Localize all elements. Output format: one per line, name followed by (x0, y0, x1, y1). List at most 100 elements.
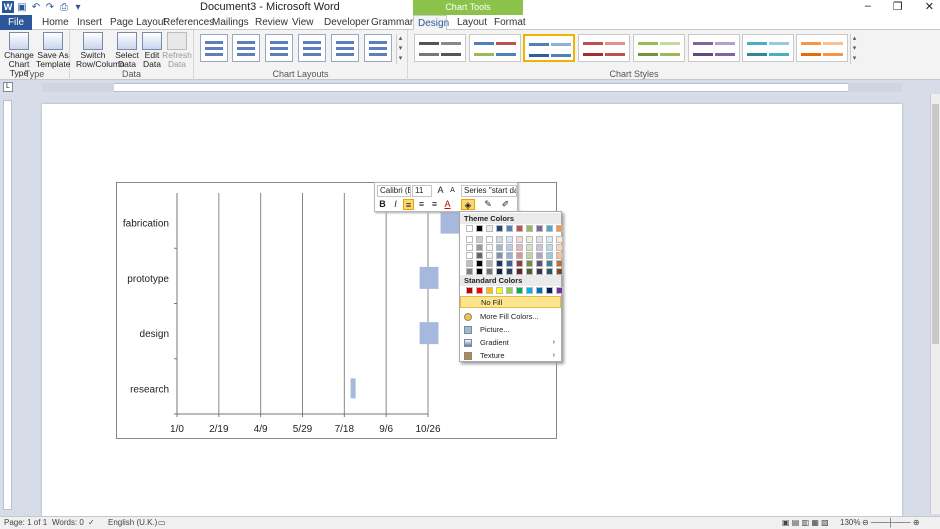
tab-home[interactable]: Home (38, 15, 73, 30)
layout-thumb-6[interactable] (364, 34, 392, 62)
grow-font-icon[interactable]: A (435, 185, 446, 196)
font-color-button[interactable]: A (442, 199, 453, 210)
tab-developer[interactable]: Developer (320, 15, 374, 30)
shrink-font-icon[interactable]: A (447, 185, 458, 196)
align-left-icon[interactable]: ≡ (416, 199, 427, 210)
theme-color-swatch[interactable] (486, 268, 493, 275)
style-thumb-2[interactable] (469, 34, 521, 62)
proofing-icon[interactable]: ✓ (88, 517, 95, 529)
theme-color-swatch[interactable] (536, 268, 543, 275)
horizontal-ruler[interactable] (0, 81, 940, 94)
close-button[interactable]: ✕ (925, 0, 934, 13)
redo-icon[interactable]: ↷ (44, 1, 56, 13)
theme-color-swatch[interactable] (546, 236, 553, 243)
tab-selector-icon[interactable]: L (3, 82, 13, 92)
italic-button[interactable]: I (390, 199, 401, 210)
print-preview-icon[interactable]: ⎙ (58, 1, 70, 13)
standard-color-swatch[interactable] (496, 287, 503, 294)
theme-color-swatch[interactable] (506, 252, 513, 259)
standard-color-swatch[interactable] (506, 287, 513, 294)
theme-color-swatch[interactable] (516, 225, 523, 232)
theme-color-swatch[interactable] (486, 236, 493, 243)
restore-button[interactable]: ❐ (893, 0, 903, 13)
theme-color-swatch[interactable] (526, 268, 533, 275)
layout-thumb-4[interactable] (298, 34, 326, 62)
minimize-button[interactable]: – (865, 0, 871, 13)
theme-color-swatch[interactable] (476, 268, 483, 275)
layouts-gallery-scroll[interactable]: ▴ ▾ ▾ (396, 34, 404, 64)
undo-icon[interactable]: ↶ (30, 1, 42, 13)
theme-color-swatch[interactable] (556, 236, 563, 243)
standard-color-swatch[interactable] (516, 287, 523, 294)
theme-color-swatch[interactable] (496, 268, 503, 275)
theme-color-swatch[interactable] (516, 236, 523, 243)
theme-color-swatch[interactable] (486, 260, 493, 267)
theme-color-swatch[interactable] (476, 236, 483, 243)
customize-toolbar-icon[interactable]: ▾ (72, 1, 84, 13)
theme-color-swatch[interactable] (506, 225, 513, 232)
align-center-icon[interactable]: ≡ (403, 199, 414, 210)
style-thumb-5[interactable] (633, 34, 685, 62)
theme-color-swatch[interactable] (486, 225, 493, 232)
no-fill-item[interactable]: No Fill (460, 296, 561, 308)
vertical-scrollbar[interactable] (930, 94, 940, 514)
layout-thumb-1[interactable] (200, 34, 228, 62)
layout-thumb-3[interactable] (265, 34, 293, 62)
theme-color-swatch[interactable] (466, 268, 473, 275)
theme-color-swatch[interactable] (546, 268, 553, 275)
standard-color-swatch[interactable] (486, 287, 493, 294)
shape-fill-icon[interactable]: ◈ (461, 199, 475, 210)
layout-thumb-5[interactable] (331, 34, 359, 62)
theme-color-swatch[interactable] (516, 260, 523, 267)
theme-color-swatch[interactable] (486, 244, 493, 251)
tab-mailings[interactable]: Mailings (208, 15, 253, 30)
font-name-box[interactable]: Calibri (B (377, 185, 411, 197)
bold-button[interactable]: B (377, 199, 388, 210)
tab-review[interactable]: Review (251, 15, 292, 30)
style-thumb-1[interactable] (414, 34, 466, 62)
more-fill-colors-item[interactable]: More Fill Colors... (460, 311, 561, 323)
theme-color-swatch[interactable] (466, 252, 473, 259)
zoom-level[interactable]: 130% (840, 517, 860, 529)
theme-color-swatch[interactable] (556, 225, 563, 232)
tab-format[interactable]: Format (490, 15, 530, 30)
tab-layout[interactable]: Layout (453, 15, 491, 30)
format-painter-icon[interactable]: ✐ (500, 199, 511, 210)
tab-design[interactable]: Design (413, 15, 449, 30)
gradient-item[interactable]: Gradient › (460, 337, 561, 349)
layout-thumb-2[interactable] (232, 34, 260, 62)
theme-color-swatch[interactable] (466, 244, 473, 251)
chart-element-selector[interactable]: Series "start dat (461, 185, 517, 197)
view-buttons[interactable]: ▣ ▤ ▥ ▦ ▧ (782, 517, 829, 529)
theme-color-swatch[interactable] (506, 260, 513, 267)
theme-color-swatch[interactable] (476, 225, 483, 232)
theme-color-swatch[interactable] (506, 236, 513, 243)
theme-color-swatch[interactable] (516, 268, 523, 275)
word-count[interactable]: Words: 0 (52, 517, 84, 529)
theme-color-swatch[interactable] (486, 252, 493, 259)
standard-color-swatch[interactable] (526, 287, 533, 294)
scroll-thumb[interactable] (932, 104, 939, 344)
theme-color-swatch[interactable] (536, 260, 543, 267)
style-thumb-8[interactable] (796, 34, 848, 62)
theme-color-swatch[interactable] (536, 225, 543, 232)
theme-color-swatch[interactable] (496, 244, 503, 251)
theme-color-swatch[interactable] (516, 244, 523, 251)
theme-color-swatch[interactable] (476, 252, 483, 259)
theme-color-swatch[interactable] (526, 236, 533, 243)
theme-color-swatch[interactable] (476, 244, 483, 251)
theme-color-swatch[interactable] (536, 252, 543, 259)
standard-color-swatch[interactable] (556, 287, 563, 294)
picture-item[interactable]: Picture... (460, 324, 561, 336)
theme-color-swatch[interactable] (546, 260, 553, 267)
tab-file[interactable]: File (0, 15, 32, 30)
standard-color-swatch[interactable] (476, 287, 483, 294)
theme-color-swatch[interactable] (526, 244, 533, 251)
theme-color-swatch[interactable] (496, 260, 503, 267)
standard-color-swatch[interactable] (536, 287, 543, 294)
theme-color-swatch[interactable] (516, 252, 523, 259)
theme-color-swatch[interactable] (506, 244, 513, 251)
theme-color-swatch[interactable] (556, 268, 563, 275)
theme-color-swatch[interactable] (496, 252, 503, 259)
theme-color-swatch[interactable] (526, 225, 533, 232)
